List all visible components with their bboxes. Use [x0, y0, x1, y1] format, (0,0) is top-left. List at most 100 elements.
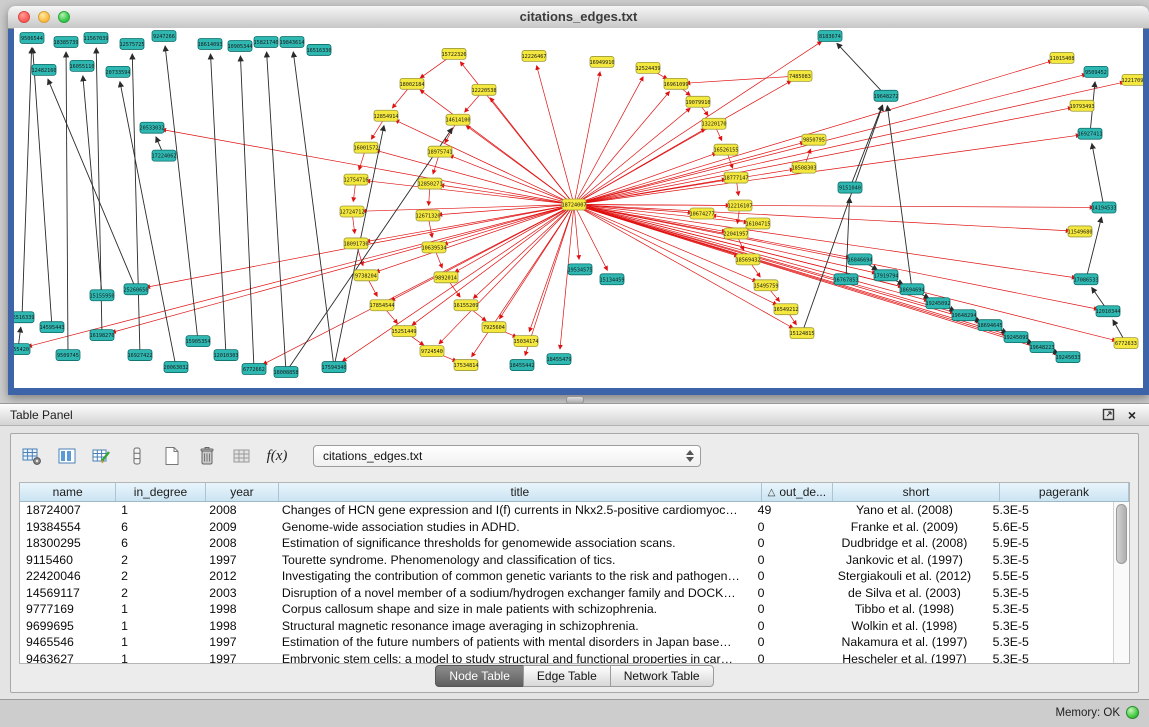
graph-node[interactable]: 16549212 [773, 304, 798, 315]
citation-network-graph[interactable]: 18724007 15722326 18002184 12854914 16001572… [14, 28, 1143, 388]
graph-node[interactable]: 10905344 [227, 40, 252, 51]
graph-node[interactable]: 6772633 [1114, 338, 1138, 349]
graph-node[interactable]: 16927411 [1077, 128, 1102, 139]
graph-node[interactable]: 19648294 [951, 310, 976, 321]
table-row[interactable]: 977716911998Corpus callosum shape and si… [20, 601, 1114, 618]
column-header-name[interactable]: name [20, 483, 116, 501]
graph-node[interactable]: 20733594 [105, 66, 130, 77]
graph-node[interactable]: 6772662 [242, 364, 266, 375]
table-row[interactable]: 969969511998Structural magnetic resonanc… [20, 618, 1114, 635]
graph-node[interactable]: 19843614 [279, 36, 304, 47]
graph-node[interactable]: 18002184 [399, 78, 424, 89]
table-settings-icon[interactable] [19, 444, 45, 468]
graph-node[interactable]: 15821740 [253, 36, 278, 47]
graph-node[interactable]: 14595443 [39, 322, 64, 333]
graph-node[interactable]: 25260650 [123, 284, 148, 295]
column-header-short[interactable]: short [833, 483, 1000, 501]
graph-node[interactable]: 22041957 [723, 228, 748, 239]
graph-node[interactable]: 17594340 [321, 362, 346, 373]
graph-node[interactable]: 14614100 [445, 114, 470, 125]
graph-node[interactable]: 15155950 [89, 290, 114, 301]
graph-node[interactable]: 19648223 [1029, 342, 1054, 353]
graph-node[interactable]: 10674277 [689, 208, 714, 219]
column-header-title[interactable]: title [279, 483, 762, 501]
graph-node[interactable]: 18008858 [273, 367, 298, 378]
function-builder-icon[interactable]: f(x) [264, 444, 290, 468]
graph-node[interactable]: 16104715 [745, 218, 770, 229]
graph-node[interactable]: 18614093 [197, 38, 222, 49]
table-row[interactable]: 946362711997Embryonic stem cells: a mode… [20, 651, 1114, 664]
table-row[interactable]: 1830029562008Estimation of significance … [20, 535, 1114, 552]
graph-node[interactable]: 9892014 [434, 272, 458, 283]
graph-node[interactable]: 18091730 [343, 238, 368, 249]
column-header-in-degree[interactable]: in_degree [116, 483, 205, 501]
graph-node[interactable]: 16198270 [89, 330, 114, 341]
memory-status[interactable]: Memory: OK [1055, 706, 1139, 719]
graph-node[interactable]: 12010344 [1095, 306, 1120, 317]
graph-node[interactable]: 18569432 [735, 254, 760, 265]
new-column-icon[interactable] [159, 444, 185, 468]
graph-node[interactable]: 9506544 [20, 32, 44, 43]
delete-table-icon[interactable] [229, 444, 255, 468]
table-row[interactable]: 911546021997Tourette syndrome. Phenomeno… [20, 552, 1114, 569]
graph-node[interactable]: 16516339 [14, 312, 35, 323]
graph-node[interactable]: 9247266 [152, 30, 176, 41]
graph-node[interactable]: 16526155 [713, 144, 738, 155]
graph-node[interactable]: 12216107 [727, 200, 752, 211]
graph-node[interactable]: 12482160 [31, 64, 56, 75]
tab-edge-table[interactable]: Edge Table [523, 665, 611, 687]
tab-node-table[interactable]: Node Table [435, 665, 524, 687]
graph-node[interactable]: 19245099 [1003, 332, 1028, 343]
edit-table-icon[interactable] [89, 444, 115, 468]
network-window-titlebar[interactable]: citations_edges.txt [8, 6, 1149, 29]
graph-node[interactable]: 12854914 [373, 110, 398, 121]
graph-node[interactable]: 16961099 [663, 78, 688, 89]
graph-node[interactable]: 19245033 [1055, 352, 1080, 363]
graph-node[interactable]: 16927422 [127, 350, 152, 361]
graph-node[interactable]: 18694645 [977, 320, 1002, 331]
graph-node[interactable]: 9151040 [838, 182, 862, 193]
graph-node[interactable]: 15722326 [441, 48, 466, 59]
graph-node[interactable]: 12754716 [343, 174, 368, 185]
graph-node[interactable]: 15034174 [513, 336, 538, 347]
delete-column-icon[interactable] [194, 444, 220, 468]
graph-node[interactable]: 16155209 [453, 300, 478, 311]
table-row[interactable]: 946554611997Estimation of the future num… [20, 634, 1114, 651]
graph-node[interactable]: 15251449 [391, 326, 416, 337]
graph-node[interactable]: 17534814 [453, 360, 478, 371]
graph-node[interactable]: 19079910 [685, 96, 710, 107]
graph-node[interactable]: 9509745 [56, 350, 80, 361]
graph-node[interactable]: 15134459 [599, 274, 624, 285]
graph-node[interactable]: 19648272 [873, 90, 898, 101]
graph-node[interactable]: 18508303 [791, 162, 816, 173]
graph-node[interactable]: 18455479 [546, 354, 571, 365]
graph-node[interactable]: 20533032 [139, 122, 164, 133]
graph-node[interactable]: 16516330 [306, 44, 331, 55]
graph-node[interactable]: 11015408 [1049, 52, 1074, 63]
table-row[interactable]: 1872400712008Changes of HCN gene express… [20, 502, 1114, 519]
graph-node[interactable]: 12575725 [119, 38, 144, 49]
graph-node[interactable]: 16949910 [589, 56, 614, 67]
graph-node[interactable]: 9738204 [354, 270, 378, 281]
graph-node[interactable]: 17224062 [151, 150, 176, 161]
graph-node[interactable]: 19793493 [1069, 100, 1094, 111]
graph-node[interactable]: 18385739 [53, 36, 78, 47]
graph-node[interactable]: 12724712 [339, 206, 364, 217]
graph-node[interactable]: 12217097 [1121, 74, 1143, 85]
graph-node[interactable]: 11549680 [1067, 226, 1092, 237]
graph-node[interactable]: 18694694 [899, 284, 924, 295]
close-panel-icon[interactable]: × [1125, 408, 1139, 422]
graph-node[interactable]: 12226467 [521, 50, 546, 61]
graph-node[interactable]: 16001572 [353, 142, 378, 153]
graph-node[interactable]: 13220170 [701, 118, 726, 129]
rows-icon[interactable] [124, 444, 150, 468]
graph-node[interactable]: 18455442 [509, 360, 534, 371]
graph-node[interactable]: 7925604 [482, 322, 506, 333]
graph-node[interactable]: 12671320 [415, 210, 440, 221]
tab-network-table[interactable]: Network Table [610, 665, 714, 687]
graph-node[interactable]: 11567039 [83, 32, 108, 43]
graph-node[interactable]: 17086533 [1073, 274, 1098, 285]
column-header-out-degree[interactable]: △out_de... [762, 483, 833, 501]
table-row[interactable]: 2242004622012Investigating the contribut… [20, 568, 1114, 585]
graph-node[interactable]: 18724007 [561, 199, 586, 210]
